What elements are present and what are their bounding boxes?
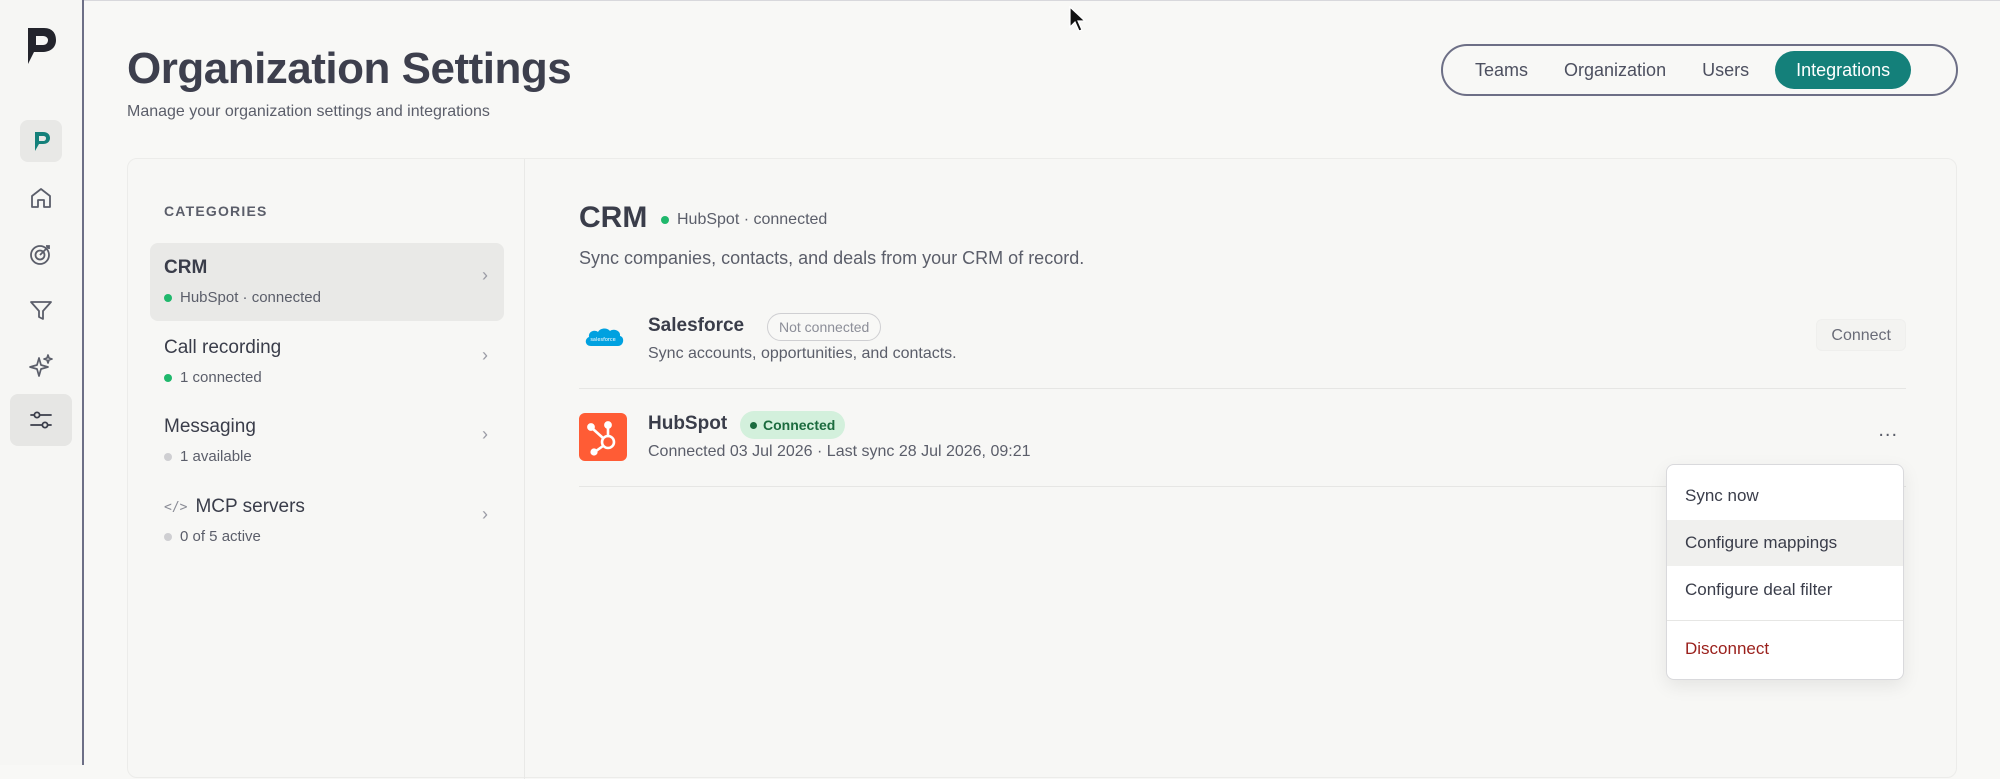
status-badge-label: Connected bbox=[763, 417, 836, 433]
hubspot-logo bbox=[579, 413, 627, 461]
settings-tabs: Teams Organization Users Integrations bbox=[1441, 44, 1958, 96]
sliders-icon[interactable] bbox=[10, 394, 72, 446]
left-rail bbox=[0, 0, 84, 765]
status-badge: Connected bbox=[740, 411, 846, 439]
sparkles-icon[interactable] bbox=[20, 345, 62, 387]
category-title: Messaging bbox=[164, 416, 256, 437]
status-dot bbox=[164, 373, 172, 382]
categories-panel: CATEGORIES CRM HubSpot · connected › Cal… bbox=[128, 159, 525, 779]
salesforce-logo: salesforce bbox=[579, 315, 627, 363]
integration-description: Sync accounts, opportunities, and contac… bbox=[648, 345, 957, 362]
tab-teams[interactable]: Teams bbox=[1457, 51, 1546, 89]
category-title: Call recording bbox=[164, 337, 282, 358]
category-mcp-servers[interactable]: </> MCP servers 0 of 5 active › bbox=[150, 482, 504, 560]
more-options-button[interactable]: ... bbox=[1878, 419, 1898, 442]
status-dot bbox=[661, 216, 669, 224]
code-icon: </> bbox=[164, 499, 188, 515]
salesforce-logo-text: salesforce bbox=[590, 337, 615, 343]
page-title: Organization Settings bbox=[127, 44, 572, 93]
status-dot bbox=[164, 293, 172, 302]
category-status: HubSpot · connected bbox=[180, 289, 321, 306]
status-dot bbox=[750, 421, 757, 429]
tab-organization[interactable]: Organization bbox=[1546, 51, 1684, 89]
status-badge: Not connected bbox=[767, 313, 882, 341]
filter-icon[interactable] bbox=[20, 289, 62, 331]
categories-heading: CATEGORIES bbox=[164, 203, 268, 219]
category-title: MCP servers bbox=[195, 496, 305, 517]
menu-item-configure-mappings[interactable]: Configure mappings bbox=[1667, 520, 1903, 566]
menu-divider bbox=[1667, 620, 1903, 621]
integration-name: HubSpot bbox=[648, 413, 728, 434]
mouse-cursor-icon bbox=[1069, 6, 1087, 32]
top-border bbox=[0, 0, 2000, 1]
home-icon[interactable] bbox=[20, 177, 62, 219]
category-status: 1 connected bbox=[180, 369, 262, 386]
tab-users[interactable]: Users bbox=[1684, 51, 1767, 89]
integration-description: Connected 03 Jul 2026 · Last sync 28 Jul… bbox=[648, 443, 1031, 460]
chevron-right-icon: › bbox=[482, 504, 488, 524]
connect-button[interactable]: Connect bbox=[1816, 319, 1906, 351]
brand-icon[interactable] bbox=[20, 120, 62, 162]
integration-name: Salesforce bbox=[648, 315, 745, 336]
menu-item-sync-now[interactable]: Sync now bbox=[1667, 473, 1903, 519]
section-title: CRM bbox=[579, 201, 648, 234]
integration-row-salesforce: salesforce Salesforce Not connected Sync… bbox=[579, 293, 1906, 389]
menu-item-configure-deal-filter[interactable]: Configure deal filter bbox=[1667, 567, 1903, 613]
category-status: 1 available bbox=[180, 448, 252, 465]
section-status: HubSpot · connected bbox=[661, 211, 827, 229]
status-dot bbox=[164, 452, 172, 461]
section-status-text: HubSpot · connected bbox=[677, 211, 828, 228]
section-description: Sync companies, contacts, and deals from… bbox=[579, 248, 1085, 268]
target-icon[interactable] bbox=[20, 233, 62, 275]
chevron-right-icon: › bbox=[482, 265, 488, 285]
category-call-recording[interactable]: Call recording 1 connected › bbox=[150, 323, 504, 401]
status-dot bbox=[164, 532, 172, 541]
menu-item-disconnect[interactable]: Disconnect bbox=[1667, 626, 1903, 672]
category-crm[interactable]: CRM HubSpot · connected › bbox=[150, 243, 504, 321]
category-title: CRM bbox=[164, 257, 208, 278]
category-messaging[interactable]: Messaging 1 available › bbox=[150, 402, 504, 480]
app-logo-icon[interactable] bbox=[22, 24, 58, 68]
category-status: 0 of 5 active bbox=[180, 528, 261, 545]
chevron-right-icon: › bbox=[482, 345, 488, 365]
page-subtitle: Manage your organization settings and in… bbox=[127, 103, 490, 120]
integration-actions-menu: Sync now Configure mappings Configure de… bbox=[1666, 464, 1904, 680]
tab-integrations[interactable]: Integrations bbox=[1775, 51, 1912, 89]
chevron-right-icon: › bbox=[482, 424, 488, 444]
